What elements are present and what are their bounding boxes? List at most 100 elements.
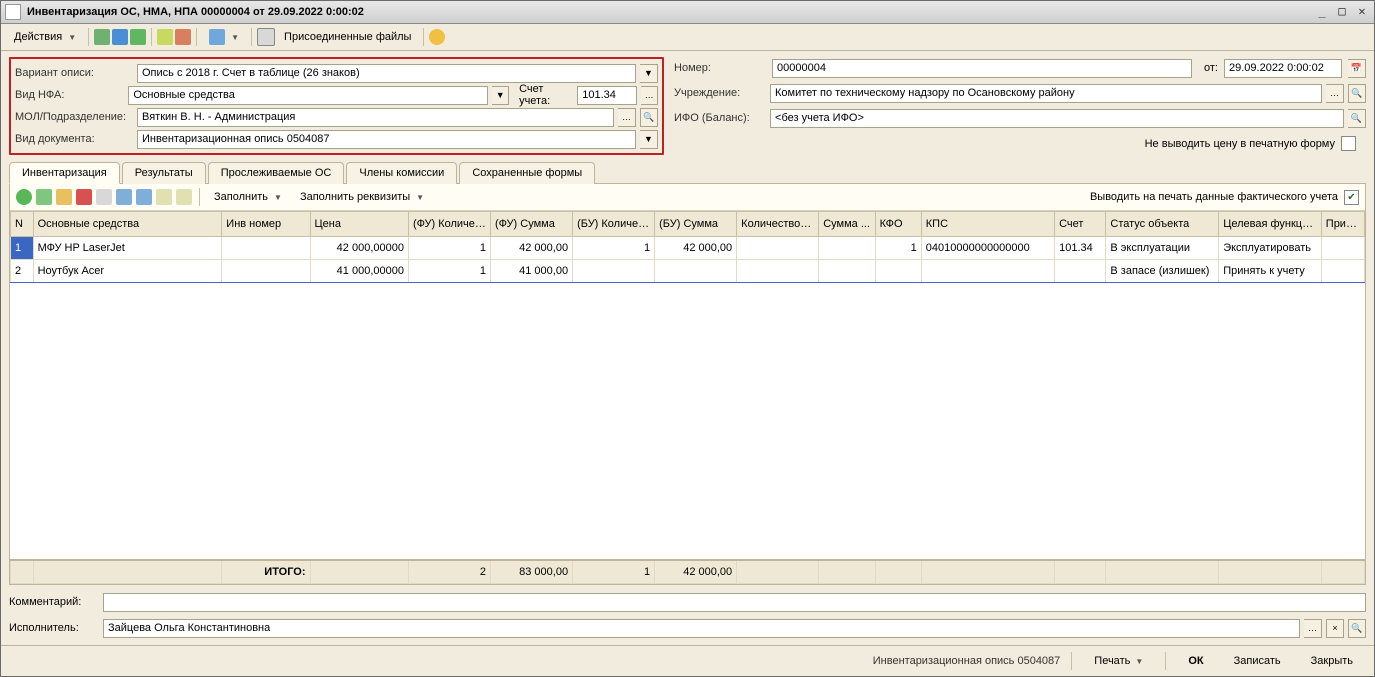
opis-input[interactable]: Опись с 2018 г. Счет в таблице (26 знако… [137,64,636,83]
ifo-input[interactable]: <без учета ИФО> [770,109,1344,128]
exec-select[interactable]: … [1304,619,1322,638]
totals-row: ИТОГО: 283 000,00 142 000,00 [10,559,1365,584]
sort-desc-icon[interactable] [176,189,192,205]
label-nfa: Вид НФА: [15,89,124,101]
fill-menu[interactable]: Заполнить▼ [207,188,289,206]
tab-inventory[interactable]: Инвентаризация [9,162,120,184]
print-fact-checkbox[interactable]: ✔ [1344,190,1359,205]
delete-row-icon[interactable] [76,189,92,205]
org-select[interactable]: … [1326,84,1344,103]
label-print-fact: Выводить на печать данные фактического у… [1090,191,1338,203]
window-title: Инвентаризация ОС, НМА, НПА 00000004 от … [27,6,1310,18]
minimize-button[interactable]: _ [1314,5,1330,19]
table-row[interactable]: 1МФУ HP LaserJet42 000,00000142 000,0014… [11,237,1365,260]
nfa-dropdown[interactable]: ▼ [492,86,509,105]
doc-dropdown[interactable]: ▼ [640,130,658,149]
no-print-price-checkbox[interactable] [1341,136,1356,151]
label-no-print-price: Не выводить цену в печатную форму [1145,138,1335,150]
col-header[interactable]: (БУ) Сумма [655,212,737,237]
mol-input[interactable]: Вяткин В. Н. - Администрация [137,108,614,127]
col-header[interactable]: Прим... [1321,212,1364,237]
edit-row-icon[interactable] [56,189,72,205]
label-doc: Вид документа: [15,133,133,145]
col-header[interactable]: КПС [921,212,1054,237]
save-icon[interactable] [94,29,110,45]
label-acct: Счет учета: [519,83,573,107]
col-header[interactable]: Цена [310,212,408,237]
status-bar: Инвентаризационная опись 0504087 Печать … [1,645,1374,676]
copy-row-icon[interactable] [36,189,52,205]
actions-menu[interactable]: Действия▼ [7,28,83,46]
mol-select[interactable]: … [618,108,636,127]
nfa-input[interactable]: Основные средства [128,86,488,105]
ok-button[interactable]: ОК [1177,651,1214,671]
exec-open[interactable]: 🔍 [1348,619,1366,638]
date-picker[interactable]: 📅 [1348,59,1366,78]
print-button[interactable]: Печать ▼ [1083,651,1154,671]
ifo-open[interactable]: 🔍 [1348,109,1366,128]
tab-commission[interactable]: Члены комиссии [346,162,457,184]
post-icon[interactable] [130,29,146,45]
fill-requisites-menu[interactable]: Заполнить реквизиты▼ [293,188,431,206]
close-window-button[interactable]: ✕ [1354,5,1370,19]
add-row-icon[interactable] [16,189,32,205]
attached-files-button[interactable]: Присоединенные файлы [277,28,418,46]
help-icon[interactable] [429,29,445,45]
refresh-icon[interactable] [112,29,128,45]
save-button[interactable]: Записать [1223,651,1292,671]
tab-traceable[interactable]: Прослеживаемые ОС [208,162,345,184]
settings-icon[interactable] [96,189,112,205]
move-down-icon[interactable] [136,189,152,205]
label-mol: МОЛ/Подразделение: [15,111,133,123]
col-header[interactable]: N [11,212,34,237]
label-org: Учреждение: [674,87,766,99]
close-button[interactable]: Закрыть [1300,651,1364,671]
col-header[interactable]: (ФУ) Сумма [491,212,573,237]
label-ifo: ИФО (Баланс): [674,112,766,124]
comment-input[interactable] [103,593,1366,612]
grid-toolbar: Заполнить▼ Заполнить реквизиты▼ Выводить… [10,184,1365,211]
tab-strip: Инвентаризация Результаты Прослеживаемые… [1,161,1374,183]
col-header[interactable]: (ФУ) Количес... [408,212,490,237]
report-icon[interactable] [257,28,275,46]
doc-icon [5,4,21,20]
structure-icon[interactable] [175,29,191,45]
opis-dropdown[interactable]: ▼ [640,64,658,83]
col-header[interactable]: Инв номер [222,212,310,237]
titlebar: Инвентаризация ОС, НМА, НПА 00000004 от … [1,1,1374,24]
basis-icon[interactable] [157,29,173,45]
label-opis: Вариант описи: [15,67,133,79]
doc-input[interactable]: Инвентаризационная опись 0504087 [137,130,636,149]
sort-asc-icon[interactable] [156,189,172,205]
org-input[interactable]: Комитет по техническому надзору по Осано… [770,84,1322,103]
num-input[interactable]: 00000004 [772,59,1192,78]
col-header[interactable]: Целевая функци... [1219,212,1322,237]
main-toolbar: Действия▼ ▼ Присоединенные файлы [1,24,1374,51]
exec-clear[interactable]: × [1326,619,1344,638]
label-comment: Комментарий: [9,596,99,608]
table-row[interactable]: 2Ноутбук Acer41 000,00000141 000,00В зап… [11,260,1365,283]
label-from: от: [1204,62,1218,74]
tab-results[interactable]: Результаты [122,162,206,184]
label-exec: Исполнитель: [9,622,99,634]
col-header[interactable]: Основные средства [33,212,222,237]
goto-menu[interactable]: ▼ [202,26,246,48]
date-input[interactable]: 29.09.2022 0:00:02 [1224,59,1342,78]
inventory-grid[interactable]: NОсновные средстваИнв номерЦена(ФУ) Коли… [10,211,1365,283]
label-num: Номер: [674,62,766,74]
acct-select[interactable]: … [641,86,658,105]
col-header[interactable]: Сумма ... [819,212,875,237]
tab-saved-forms[interactable]: Сохраненные формы [459,162,595,184]
mol-open[interactable]: 🔍 [640,108,658,127]
col-header[interactable]: (БУ) Количест... [573,212,655,237]
status-doc-link[interactable]: Инвентаризационная опись 0504087 [873,655,1061,667]
move-up-icon[interactable] [116,189,132,205]
acct-input[interactable]: 101.34 [577,86,637,105]
exec-input[interactable]: Зайцева Ольга Константиновна [103,619,1300,638]
col-header[interactable]: Статус объекта [1106,212,1219,237]
col-header[interactable]: Счет [1055,212,1106,237]
col-header[interactable]: Количество н... [737,212,819,237]
maximize-button[interactable]: □ [1334,5,1350,19]
org-open[interactable]: 🔍 [1348,84,1366,103]
col-header[interactable]: КФО [875,212,921,237]
